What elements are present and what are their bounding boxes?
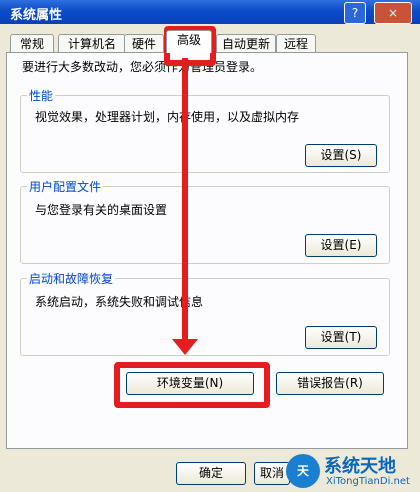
annotation-arrow-head bbox=[172, 339, 198, 355]
cancel-button[interactable]: 取消 bbox=[254, 462, 290, 485]
tab-advanced[interactable]: 高级 bbox=[166, 30, 212, 53]
tab-computer-name[interactable]: 计算机名 bbox=[58, 34, 126, 53]
ok-button[interactable]: 确定 bbox=[176, 462, 246, 485]
tab-general[interactable]: 常规 bbox=[10, 34, 54, 53]
profiles-group: 用户配置文件 与您登录有关的桌面设置 设置(E) bbox=[20, 178, 390, 264]
watermark-logo: 天 系统天地 XiTongTianDi.net bbox=[286, 452, 418, 490]
tab-auto-update[interactable]: 自动更新 bbox=[216, 34, 276, 53]
profiles-desc: 与您登录有关的桌面设置 bbox=[35, 203, 168, 217]
system-properties-window: 系统属性 ? × 常规 计算机名 硬件 高级 自动更新 远程 要进行大多数改动，… bbox=[0, 0, 420, 492]
window-title: 系统属性 bbox=[10, 8, 63, 23]
startup-group: 启动和故障恢复 系统启动，系统失败和调试信息 设置(T) bbox=[20, 270, 390, 356]
annotation-arrow-shaft bbox=[182, 58, 188, 343]
tab-remote[interactable]: 远程 bbox=[276, 34, 316, 53]
profiles-title: 用户配置文件 bbox=[27, 178, 104, 195]
profiles-settings-button[interactable]: 设置(E) bbox=[305, 234, 377, 257]
help-button[interactable]: ? bbox=[344, 2, 366, 24]
close-button[interactable]: × bbox=[374, 2, 412, 24]
admin-note: 要进行大多数改动，您必须作为管理员登录。 bbox=[22, 60, 263, 74]
performance-title: 性能 bbox=[27, 87, 56, 104]
watermark-name: 系统天地 bbox=[324, 456, 396, 477]
watermark-icon: 天 bbox=[286, 454, 320, 488]
performance-settings-button[interactable]: 设置(S) bbox=[305, 144, 377, 167]
startup-settings-button[interactable]: 设置(T) bbox=[305, 326, 377, 349]
startup-desc: 系统启动，系统失败和调试信息 bbox=[35, 295, 204, 309]
performance-desc: 视觉效果，处理器计划，内存使用，以及虚拟内存 bbox=[35, 110, 300, 124]
watermark-url: XiTongTianDi.net bbox=[326, 476, 410, 487]
tab-hardware[interactable]: 硬件 bbox=[124, 34, 164, 53]
error-reporting-button[interactable]: 错误报告(R) bbox=[276, 372, 384, 395]
startup-title: 启动和故障恢复 bbox=[27, 270, 116, 287]
title-bar: 系统属性 ? × bbox=[0, 0, 420, 24]
performance-group: 性能 视觉效果，处理器计划，内存使用，以及虚拟内存 设置(S) bbox=[20, 87, 390, 173]
highlight-environment-button bbox=[114, 362, 270, 408]
